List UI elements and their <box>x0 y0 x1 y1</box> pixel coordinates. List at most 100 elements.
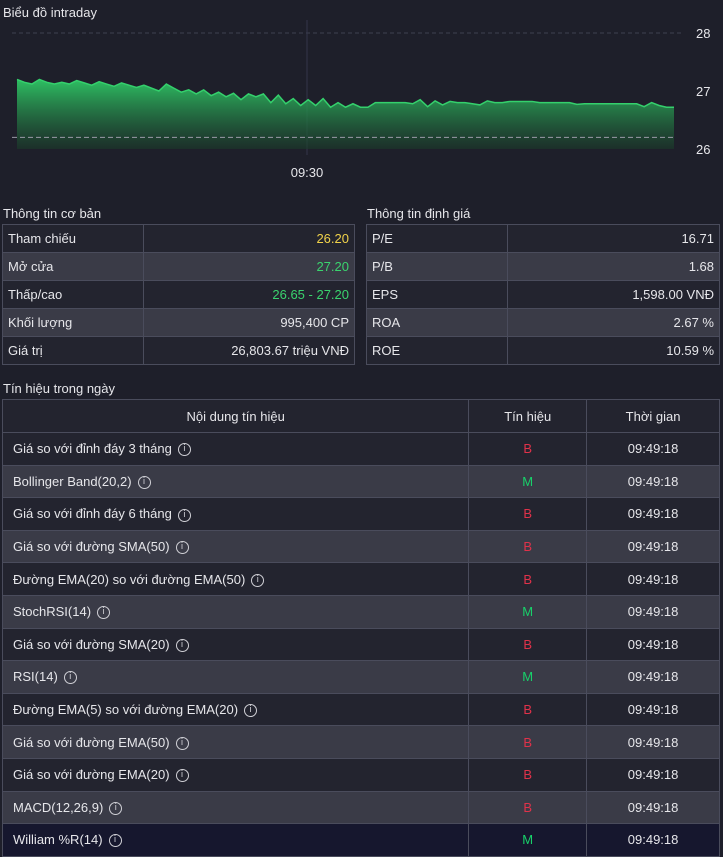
signal-name-cell: William %R(14) i <box>1 823 470 857</box>
basic-info-table: Tham chiếu 26.20 Mở cửa 27.20 Thấp/cao 26.65 … <box>2 224 356 365</box>
signal-time: 09:49:18 <box>586 757 720 792</box>
basic-info-label: Tham chiếu <box>2 224 144 253</box>
signal-row[interactable]: William %R(14) i M 09:49:18 <box>1 823 720 857</box>
signal-name-cell: Đường EMA(5) so với đường EMA(20) i <box>1 692 470 727</box>
info-icon[interactable]: i <box>251 573 265 587</box>
price-area <box>17 79 674 149</box>
basic-info-value: 27.20 <box>142 252 356 281</box>
signal-name: Giá so với đường EMA(50) <box>13 734 170 750</box>
header-time[interactable]: Thời gian <box>586 399 720 433</box>
signal-row[interactable]: Đường EMA(20) so với đường EMA(50) i B 09:4… <box>1 562 720 596</box>
signal-name-cell: Giá so với đường SMA(20) i <box>1 627 470 662</box>
valuation-row: P/B 1.68 <box>366 252 721 281</box>
signal-time: 09:49:18 <box>586 790 720 825</box>
info-icon[interactable]: i <box>97 606 111 620</box>
signal-name-cell: Bollinger Band(20,2) i <box>1 464 470 499</box>
info-icon[interactable]: i <box>177 443 191 457</box>
basic-info-value: 26.65 - 27.20 <box>142 280 356 309</box>
signal-value: M <box>468 823 588 857</box>
basic-info-row: Tham chiếu 26.20 <box>2 224 356 253</box>
signal-value: B <box>468 757 588 792</box>
signal-name: Đường EMA(5) so với đường EMA(20) <box>13 702 239 718</box>
chart-title: Biểu đồ intraday <box>3 5 97 20</box>
signal-row[interactable]: StochRSI(14) i M 09:49:18 <box>1 594 720 629</box>
signal-time: 09:49:18 <box>586 497 720 531</box>
intraday-chart[interactable]: 28 27 26 09:30 <box>0 20 723 190</box>
basic-info-label: Giá trị <box>2 336 144 365</box>
signal-value: B <box>468 692 588 727</box>
header-signal[interactable]: Tín hiệu <box>468 399 588 433</box>
valuation-label: ROE <box>366 336 508 365</box>
signal-time: 09:49:18 <box>586 692 720 727</box>
signals-table: Nội dung tín hiệu Tín hiệu Thời gian Giá… <box>1 399 720 857</box>
y-tick-label: 26 <box>696 142 710 157</box>
signal-row[interactable]: Giá so với đỉnh đáy 3 tháng i B 09:49:18 <box>1 432 720 466</box>
info-icon[interactable]: i <box>244 704 258 718</box>
signal-time: 09:49:18 <box>586 464 720 499</box>
signal-name-cell: Giá so với đỉnh đáy 6 tháng i <box>1 497 470 531</box>
signal-row[interactable]: Bollinger Band(20,2) i M 09:49:18 <box>1 464 720 499</box>
info-icon[interactable]: i <box>177 508 191 522</box>
signal-name-cell: MACD(12,26,9) i <box>1 790 470 825</box>
signal-row[interactable]: Giá so với đường SMA(20) i B 09:49:18 <box>1 627 720 662</box>
signal-value: B <box>468 497 588 531</box>
valuation-row: EPS 1,598.00 VNĐ <box>366 280 721 309</box>
valuation-value: 2.67 % <box>506 308 721 337</box>
signal-value: B <box>468 627 588 662</box>
signal-name-cell: Giá so với đường EMA(50) i <box>1 725 470 759</box>
info-icon[interactable]: i <box>63 671 77 685</box>
info-icon[interactable]: i <box>109 801 123 815</box>
signal-name: RSI(14) <box>13 669 58 685</box>
valuation-label: ROA <box>366 308 508 337</box>
signal-value: B <box>468 529 588 564</box>
info-icon[interactable]: i <box>175 541 189 555</box>
info-icon[interactable]: i <box>175 769 189 783</box>
signal-value: B <box>468 725 588 759</box>
signal-time: 09:49:18 <box>586 432 720 466</box>
basic-info-row: Thấp/cao 26.65 - 27.20 <box>2 280 356 309</box>
signal-value: M <box>468 660 588 694</box>
signal-row[interactable]: Đường EMA(5) so với đường EMA(20) i B 09:49… <box>1 692 720 727</box>
signal-value: B <box>468 790 588 825</box>
x-tick-label: 09:30 <box>291 165 324 180</box>
signal-row[interactable]: Giá so với đường EMA(20) i B 09:49:18 <box>1 757 720 792</box>
valuation-label: EPS <box>366 280 508 309</box>
info-icon[interactable]: i <box>175 638 189 652</box>
signal-time: 09:49:18 <box>586 725 720 759</box>
signal-name: Giá so với đỉnh đáy 6 tháng <box>13 506 172 522</box>
valuation-value: 16.71 <box>506 224 721 253</box>
signal-time: 09:49:18 <box>586 529 720 564</box>
valuation-value: 1,598.00 VNĐ <box>506 280 721 309</box>
signal-name: Giá so với đỉnh đáy 3 tháng <box>13 441 172 457</box>
basic-info-label: Thấp/cao <box>2 280 144 309</box>
signal-name: Bollinger Band(20,2) <box>13 473 132 489</box>
basic-info-row: Mở cửa 27.20 <box>2 252 356 281</box>
signal-row[interactable]: Giá so với đường EMA(50) i B 09:49:18 <box>1 725 720 759</box>
info-icon[interactable]: i <box>108 834 122 848</box>
basic-info-label: Mở cửa <box>2 252 144 281</box>
signal-row[interactable]: MACD(12,26,9) i B 09:49:18 <box>1 790 720 825</box>
signal-time: 09:49:18 <box>586 627 720 662</box>
signal-row[interactable]: Giá so với đỉnh đáy 6 tháng i B 09:49:18 <box>1 497 720 531</box>
header-signal-content[interactable]: Nội dung tín hiệu <box>1 399 470 433</box>
signal-time: 09:49:18 <box>586 823 720 857</box>
info-icon[interactable]: i <box>175 736 189 750</box>
signal-name-cell: Giá so với đường SMA(50) i <box>1 529 470 564</box>
signal-time: 09:49:18 <box>586 660 720 694</box>
basic-info-row: Giá trị 26,803.67 triệu VNĐ <box>2 336 356 365</box>
signal-name-cell: Giá so với đỉnh đáy 3 tháng i <box>1 432 470 466</box>
valuation-row: ROE 10.59 % <box>366 336 721 365</box>
basic-info-title: Thông tin cơ bản <box>3 206 102 221</box>
signal-value: B <box>468 432 588 466</box>
info-icon[interactable]: i <box>137 475 151 489</box>
signal-name: MACD(12,26,9) <box>13 799 104 815</box>
signal-name-cell: StochRSI(14) i <box>1 594 470 629</box>
y-tick-label: 28 <box>696 26 710 41</box>
signal-row[interactable]: RSI(14) i M 09:49:18 <box>1 660 720 694</box>
signal-name-cell: Đường EMA(20) so với đường EMA(50) i <box>1 562 470 596</box>
signal-name: Đường EMA(20) so với đường EMA(50) <box>13 571 246 587</box>
signal-name: William %R(14) <box>13 832 103 848</box>
signal-row[interactable]: Giá so với đường SMA(50) i B 09:49:18 <box>1 529 720 564</box>
valuation-row: P/E 16.71 <box>366 224 721 253</box>
signal-time: 09:49:18 <box>586 594 720 629</box>
